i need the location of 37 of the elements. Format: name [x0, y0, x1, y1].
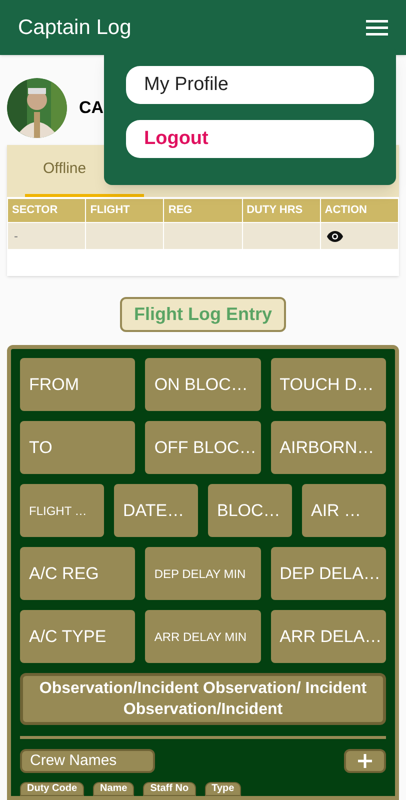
form-field[interactable]: OFF BLOC… [145, 421, 261, 474]
column-header: FLIGHT [86, 199, 164, 222]
add-crew-button[interactable] [344, 749, 386, 773]
menu-icon[interactable] [366, 20, 388, 36]
crew-column-header: Name [93, 782, 134, 796]
form-field[interactable]: ON BLOC… [145, 358, 261, 411]
column-header: SECTOR [8, 199, 86, 222]
app-title: Captain Log [18, 14, 132, 41]
menu-item[interactable]: My Profile [126, 66, 374, 104]
form-field[interactable]: AIRBORN… [270, 421, 386, 474]
form-field[interactable]: DEP DELA… [270, 547, 386, 600]
form-field[interactable]: FLIGHT … [20, 484, 104, 537]
column-header: REG [164, 199, 242, 222]
flight-log-entry-button[interactable]: Flight Log Entry [120, 297, 286, 332]
crew-names-label: Crew Names [20, 749, 155, 773]
form-field[interactable]: TO [20, 421, 136, 474]
form-field[interactable]: BLOC… [208, 484, 292, 537]
plus-icon [357, 753, 373, 769]
form-field[interactable]: ARR DELA… [270, 610, 386, 663]
form-field[interactable]: TOUCH D… [270, 358, 386, 411]
form-field[interactable]: FROM [20, 358, 136, 411]
observation-button[interactable]: Observation/Incident Observation/ Incident Observation/Incident [20, 673, 386, 726]
crew-column-header: Type [204, 782, 242, 796]
crew-column-header: Duty Code [20, 782, 84, 796]
column-header: DUTY HRS [242, 199, 320, 222]
form-field[interactable]: DEP DELAY MIN [145, 547, 261, 600]
form-field[interactable]: A/C TYPE [20, 610, 136, 663]
table-cell: - [8, 223, 86, 249]
form-field[interactable]: A/C REG [20, 547, 136, 600]
crew-column-header: Staff No [143, 782, 196, 796]
profile-name: CA [79, 96, 104, 119]
form-field[interactable]: AIR … [302, 484, 386, 537]
column-header: ACTION [320, 199, 398, 222]
form-field[interactable]: ARR DELAY MIN [145, 610, 261, 663]
view-icon[interactable] [326, 230, 343, 242]
menu-item[interactable]: Logout [126, 120, 374, 158]
form-field[interactable]: DATE… [114, 484, 198, 537]
